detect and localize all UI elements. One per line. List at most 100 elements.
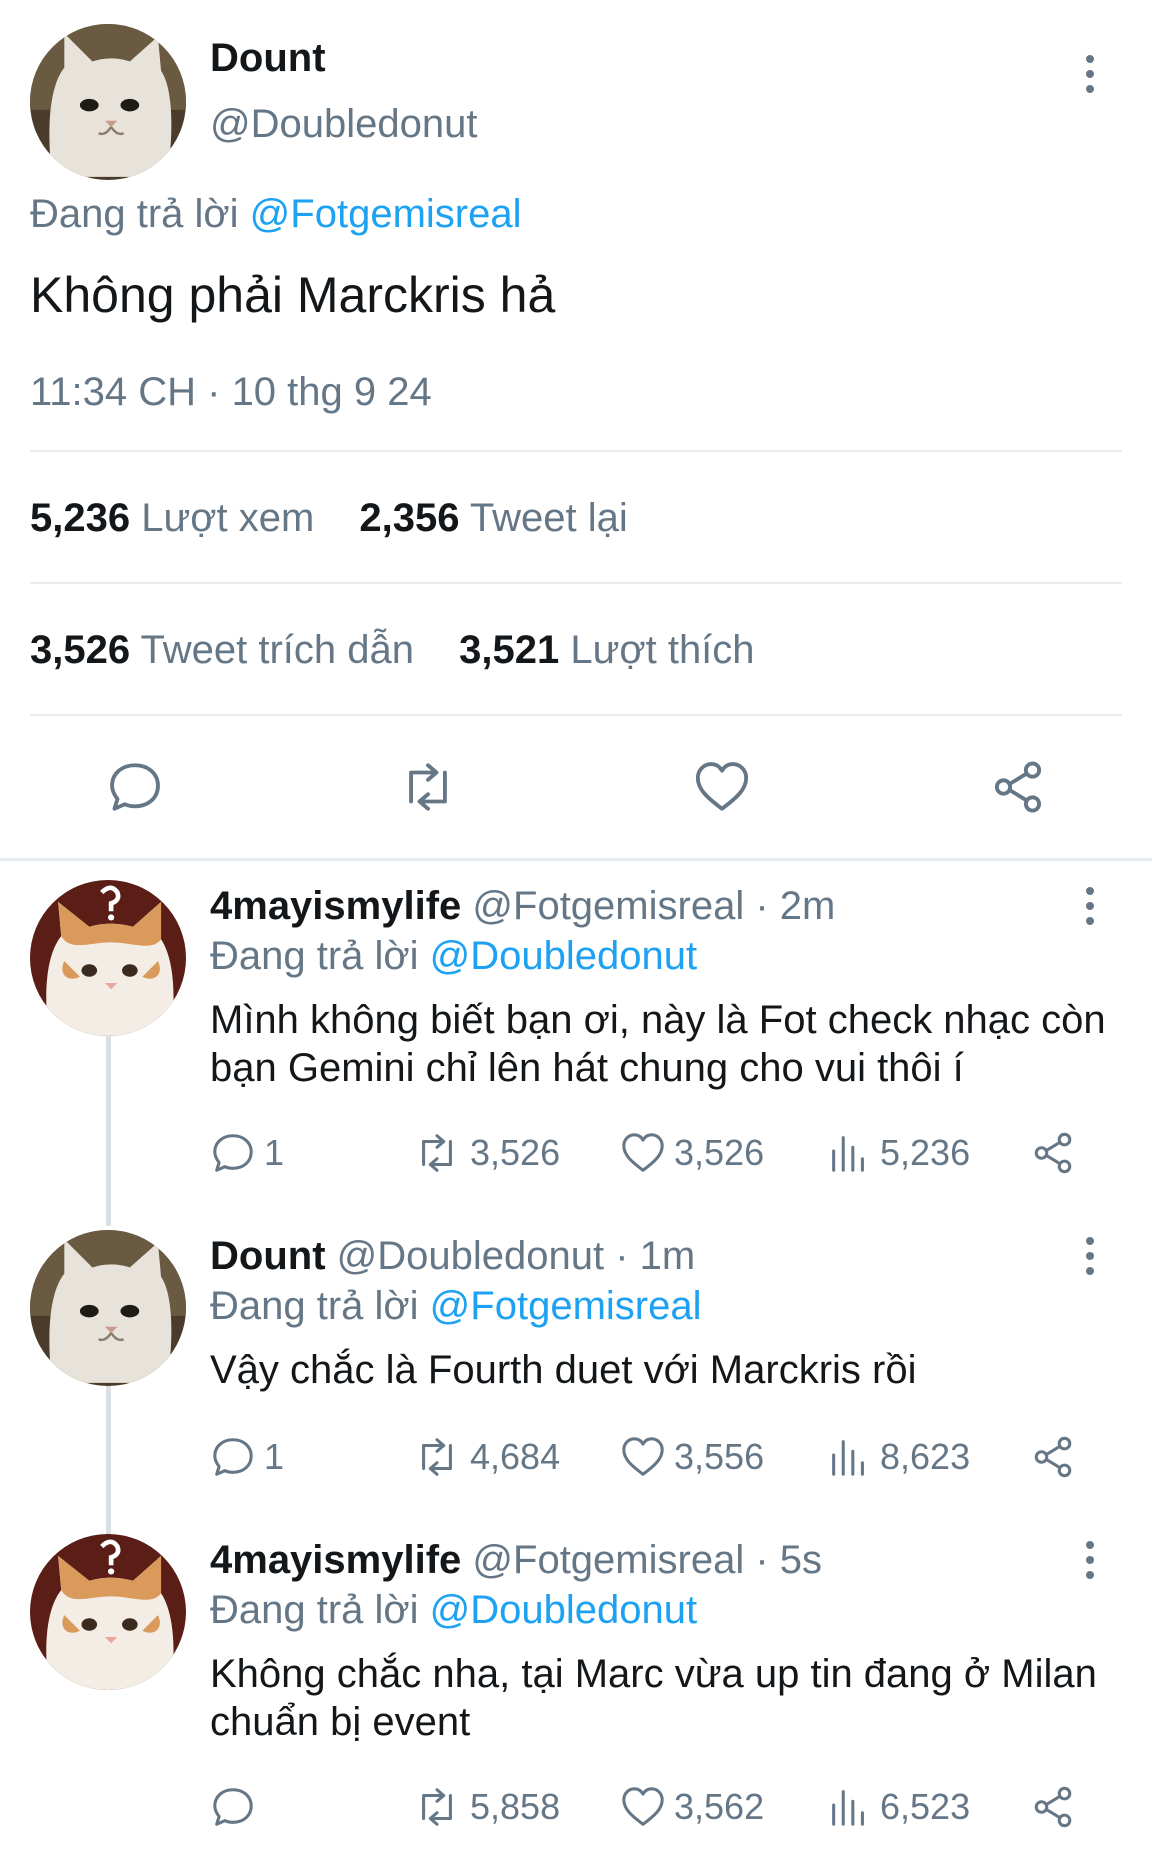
display-name[interactable]: 4mayismylife (210, 884, 461, 928)
cat-avatar-image (30, 1230, 186, 1386)
reply-button[interactable]: 1 (210, 1130, 284, 1176)
retweet-button[interactable]: 3,526 (412, 1130, 560, 1176)
tweet-text: Không chắc nha, tại Marc vừa up tin đang… (210, 1652, 1097, 1744)
likes-label: Lượt thích (570, 628, 755, 672)
share-button[interactable] (1030, 1434, 1076, 1480)
like-count: 3,562 (674, 1786, 765, 1827)
replying-prefix: Đang trả lời (30, 192, 239, 236)
divider (30, 714, 1122, 716)
like-button[interactable]: 3,526 (620, 1130, 764, 1176)
reply-header: 4mayismylife @Fotgemisreal · 2m (210, 884, 835, 929)
views-icon (826, 1434, 872, 1480)
reply-tweet[interactable]: 4mayismylife @Fotgemisreal · 5s Đang trả… (0, 1530, 1152, 1860)
views-count: 8,623 (880, 1436, 971, 1477)
retweets-label: Tweet lại (469, 496, 628, 540)
quotes-stat[interactable]: 3,526 Tweet trích dẫn (30, 628, 414, 672)
retweets-stat[interactable]: 2,356 Tweet lại (359, 496, 627, 540)
main-tweet: Dount @Doubledonut Đang trả lời @Fotgemi… (0, 0, 1152, 860)
retweet-button[interactable] (396, 758, 460, 816)
tweet-text: Không phải Marckris hả (30, 267, 556, 323)
time[interactable]: · 5s (755, 1538, 822, 1582)
views-button[interactable]: 6,523 (826, 1784, 970, 1830)
retweet-icon (412, 1784, 462, 1830)
views-count: 5,236 (30, 496, 131, 540)
divider (30, 582, 1122, 584)
replying-to-link[interactable]: @Doubledonut (430, 1588, 697, 1632)
retweets-count: 2,356 (359, 496, 460, 540)
handle[interactable]: @Doubledonut (337, 1234, 604, 1278)
reply-button[interactable] (210, 1784, 264, 1830)
timestamp[interactable]: 11:34 CH · 10 thg 9 24 (30, 370, 432, 415)
share-button[interactable] (1030, 1130, 1076, 1176)
retweet-icon (412, 1434, 462, 1480)
likes-count: 3,521 (459, 628, 560, 672)
display-name[interactable]: Dount (210, 1234, 326, 1278)
like-icon (620, 1784, 666, 1830)
replying-to-link[interactable]: @Fotgemisreal (250, 192, 522, 236)
reply-icon (210, 1784, 256, 1830)
quotes-count: 3,526 (30, 628, 131, 672)
retweet-count: 3,526 (470, 1132, 561, 1173)
reply-icon (210, 1130, 256, 1176)
reply-count: 1 (264, 1436, 285, 1477)
avatar[interactable] (30, 1230, 186, 1386)
handle[interactable]: @Fotgemisreal (472, 884, 744, 928)
avatar[interactable] (30, 1534, 186, 1690)
like-icon (692, 758, 752, 816)
replying-to-line: Đang trả lời @Doubledonut (210, 1588, 697, 1633)
replying-to-link[interactable]: @Fotgemisreal (430, 1284, 702, 1328)
views-button[interactable]: 5,236 (826, 1130, 970, 1176)
handle[interactable]: @Fotgemisreal (472, 1538, 744, 1582)
replying-to-link[interactable]: @Doubledonut (430, 934, 697, 978)
reply-header: 4mayismylife @Fotgemisreal · 5s (210, 1538, 822, 1583)
replying-prefix: Đang trả lời (210, 934, 419, 978)
time[interactable]: · 1m (615, 1234, 695, 1278)
more-options-icon[interactable] (1078, 1226, 1102, 1286)
reply-tweet[interactable]: 4mayismylife @Fotgemisreal · 2m Đang trả… (0, 876, 1152, 1216)
stats-row-2: 3,526 Tweet trích dẫn 3,521 Lượt thích (30, 628, 755, 673)
replying-prefix: Đang trả lời (210, 1588, 419, 1632)
like-button[interactable]: 3,562 (620, 1784, 764, 1830)
retweet-count: 4,684 (470, 1436, 561, 1477)
like-button[interactable]: 3,556 (620, 1434, 764, 1480)
reply-count: 1 (264, 1132, 285, 1173)
replying-to-line: Đang trả lời @Fotgemisreal (210, 1284, 701, 1329)
retweet-button[interactable]: 4,684 (412, 1434, 560, 1480)
display-name[interactable]: 4mayismylife (210, 1538, 461, 1582)
reply-header: Dount @Doubledonut · 1m (210, 1234, 695, 1279)
share-button[interactable] (988, 758, 1048, 816)
views-stat[interactable]: 5,236 Lượt xem (30, 496, 314, 540)
share-icon (1030, 1784, 1076, 1830)
divider (30, 450, 1122, 452)
avatar[interactable] (30, 24, 186, 180)
views-icon (826, 1130, 872, 1176)
cat-avatar-image (30, 1534, 186, 1690)
like-button[interactable] (692, 758, 752, 816)
like-icon (620, 1130, 666, 1176)
reply-tweet[interactable]: Dount @Doubledonut · 1m Đang trả lời @Fo… (0, 1226, 1152, 1516)
cat-avatar-image (30, 880, 186, 1036)
reply-button[interactable] (106, 758, 164, 816)
share-icon (1030, 1434, 1076, 1480)
more-options-icon[interactable] (1078, 1530, 1102, 1590)
views-icon (826, 1784, 872, 1830)
reply-icon (106, 758, 164, 816)
views-count: 5,236 (880, 1132, 971, 1173)
more-options-icon[interactable] (1078, 876, 1102, 936)
replying-to-line: Đang trả lời @Doubledonut (210, 934, 697, 979)
retweet-button[interactable]: 5,858 (412, 1784, 560, 1830)
share-button[interactable] (1030, 1784, 1076, 1830)
more-options-icon[interactable] (1078, 44, 1102, 104)
avatar[interactable] (30, 880, 186, 1036)
handle[interactable]: @Doubledonut (210, 102, 477, 147)
stats-row-1: 5,236 Lượt xem 2,356 Tweet lại (30, 496, 628, 541)
likes-stat[interactable]: 3,521 Lượt thích (459, 628, 754, 672)
tweet-text: Mình không biết bạn ơi, này là Fot check… (210, 998, 1106, 1090)
views-button[interactable]: 8,623 (826, 1434, 970, 1480)
replying-prefix: Đang trả lời (210, 1284, 419, 1328)
section-divider (0, 858, 1152, 861)
reply-button[interactable]: 1 (210, 1434, 284, 1480)
like-count: 3,556 (674, 1436, 765, 1477)
display-name[interactable]: Dount (210, 36, 326, 81)
time[interactable]: · 2m (755, 884, 835, 928)
